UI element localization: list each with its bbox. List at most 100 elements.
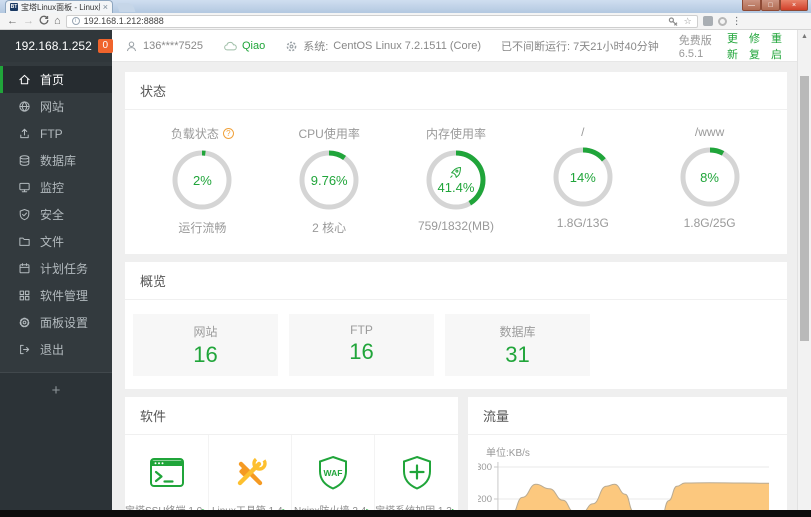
status-card: 状态 负载状态? 2% 运行流畅 CPU使用率 9.76% 2 核心 内存使用率 41.4% 7…	[125, 72, 787, 254]
bottom-row: 软件 宝塔SSH终端 1.0▶Linux工具箱 1.4▶WAFNginx防火墙 …	[125, 397, 787, 517]
gauge-label: CPU使用率	[298, 127, 360, 141]
gauge-value: 14%	[569, 169, 596, 185]
panel-action-更新[interactable]: 更新	[727, 30, 738, 62]
gauge-value: 2%	[192, 172, 212, 188]
chart-unit-label: 单位:KB/s	[486, 448, 530, 459]
window-maximize-button[interactable]: □	[761, 0, 780, 11]
sidebar-item-globe[interactable]: 网站	[0, 93, 112, 120]
help-icon[interactable]: ?	[222, 128, 234, 139]
key-icon[interactable]	[668, 16, 679, 27]
shield-icon	[19, 208, 30, 221]
logout-icon	[20, 344, 30, 355]
sidebar-item-shield[interactable]: 安全	[0, 201, 112, 228]
account-phone[interactable]: 136****7525	[125, 40, 203, 53]
sidebar: 首页网站 FTP 数据库 监控安全文件计划任务软件管理面板设置 退出 +	[0, 62, 112, 517]
panel-action-重启[interactable]: 重启	[771, 30, 782, 62]
sidebar-item-label: 安全	[40, 208, 65, 222]
main-content: 状态 负载状态? 2% 运行流畅 CPU使用率 9.76% 2 核心 内存使用率 41.4% 7…	[112, 62, 797, 517]
gauge-label: /www	[694, 125, 725, 139]
panel-header: 192.168.1.252 0 136****7525 Qiao 系统: Cen…	[0, 30, 811, 62]
software-item-宝塔系统加固[interactable]: 宝塔系统加固 1.3▶	[375, 435, 458, 517]
url-bar[interactable]: i 192.168.1.212:8888 ☆	[65, 14, 698, 28]
sidebar-item-logout[interactable]: 退出	[0, 336, 112, 363]
home-icon	[19, 74, 30, 85]
gauge-内存使用率: 内存使用率 41.4% 759/1832(MB)	[400, 125, 512, 236]
home-icon[interactable]: ⌂	[54, 15, 61, 27]
panel-header-items: 136****7525 Qiao 系统: CentOS Linux 7.2.15…	[112, 30, 795, 62]
tools-icon	[238, 456, 268, 486]
account-phone-label: 136****7525	[143, 40, 203, 52]
software-card-title: 软件	[125, 397, 458, 435]
svg-text:200: 200	[478, 494, 492, 505]
tab-close-icon[interactable]: ×	[103, 2, 108, 12]
sidebar-item-calendar[interactable]: 计划任务	[0, 255, 112, 282]
new-tab-button[interactable]	[116, 3, 136, 12]
browser-tab[interactable]: BT 宝塔Linux面板 - Linux版 ×	[5, 0, 113, 13]
overview-card-title: 概览	[125, 262, 787, 300]
shield-plus-icon	[402, 455, 431, 490]
sidebar-item-folder[interactable]: 文件	[0, 228, 112, 255]
folder-icon	[19, 237, 30, 246]
software-item-Nginx防火墙[interactable]: WAFNginx防火墙 2.4▶	[292, 435, 376, 517]
system-label: 系统:	[303, 41, 329, 53]
sidebar-item-grid[interactable]: 软件管理	[0, 282, 112, 309]
cloud-account[interactable]: Qiao	[223, 40, 265, 53]
cloud-account-label: Qiao	[241, 40, 266, 52]
overview-label: 网站	[193, 325, 218, 339]
overview-value: 16	[349, 339, 374, 364]
overview-box-FTP[interactable]: FTP 16	[289, 314, 434, 376]
gauge-ring: 41.4%	[424, 148, 488, 212]
window-minimize-button[interactable]: —	[742, 0, 761, 11]
sidebar-item-label: FTP	[40, 126, 63, 141]
uptime-text: 已不间断运行: 7天21小时40分钟	[501, 41, 659, 53]
browser-menu-icon[interactable]: ⋮	[732, 16, 742, 27]
sidebar-item-home[interactable]: 首页	[0, 66, 112, 93]
gauge-ring: 2%	[170, 148, 234, 212]
status-card-title: 状态	[125, 72, 787, 110]
gauge-label: /	[581, 125, 585, 139]
sidebar-item-monitor[interactable]: 监控	[0, 174, 112, 201]
bookmark-star-icon[interactable]: ☆	[684, 16, 692, 27]
overview-box-数据库[interactable]: 数据库 31	[445, 314, 590, 376]
sidebar-footer: +	[0, 372, 112, 517]
sidebar-item-label: 文件	[40, 235, 65, 249]
add-menu-button[interactable]: +	[52, 382, 61, 399]
sidebar-item-db[interactable]: 数据库	[0, 147, 112, 174]
software-item-Linux工具箱[interactable]: Linux工具箱 1.4▶	[209, 435, 293, 517]
forward-icon[interactable]: →	[23, 15, 34, 27]
gauge-subtext: 1.8G/25G	[683, 216, 736, 230]
window-close-button[interactable]: ×	[780, 0, 808, 11]
overview-box-网站[interactable]: 网站 16	[133, 314, 278, 376]
scrollbar-up-arrow[interactable]: ▲	[798, 30, 811, 43]
gauge-CPU使用率: CPU使用率 9.76% 2 核心	[273, 125, 385, 236]
extension-icon[interactable]	[717, 16, 727, 26]
panel-action-修复[interactable]: 修复	[749, 30, 760, 62]
gauge-subtext: 759/1832(MB)	[417, 219, 494, 233]
traffic-card-title: 流量	[468, 397, 787, 435]
panel-header-right: 免费版 6.5.1 更新 修复 重启	[679, 30, 782, 62]
extension-icon[interactable]	[702, 16, 713, 26]
terminal-icon	[149, 458, 184, 487]
sidebar-item-label: 首页	[40, 73, 65, 87]
sidebar-item-gear[interactable]: 面板设置	[0, 309, 112, 336]
scrollbar-thumb[interactable]	[800, 76, 809, 341]
page-scrollbar[interactable]: ▲	[797, 30, 811, 510]
svg-text:WAF: WAF	[324, 468, 343, 478]
gauge-ring: 8%	[678, 145, 742, 209]
gauge-/: / 14% 1.8G/13G	[527, 125, 639, 236]
refresh-icon[interactable]	[39, 15, 49, 28]
gear-icon	[286, 41, 297, 51]
back-icon[interactable]: ←	[7, 15, 18, 27]
system-info: 系统: CentOS Linux 7.2.1511 (Core)	[285, 38, 481, 54]
gauge-subtext: 运行流畅	[178, 221, 227, 235]
message-badge[interactable]: 0	[97, 39, 113, 53]
software-item-宝塔SSH终端[interactable]: 宝塔SSH终端 1.0▶	[125, 435, 210, 517]
sidebar-item-label: 软件管理	[40, 289, 89, 303]
overview-value: 16	[193, 342, 218, 367]
gear-icon	[19, 317, 30, 328]
db-icon	[19, 155, 30, 166]
refresh-arrow-icon	[39, 15, 49, 25]
gauge-subtext: 2 核心	[312, 221, 347, 235]
sidebar-item-ftp[interactable]: FTP	[0, 120, 112, 147]
page-info-icon[interactable]: i	[71, 17, 80, 25]
